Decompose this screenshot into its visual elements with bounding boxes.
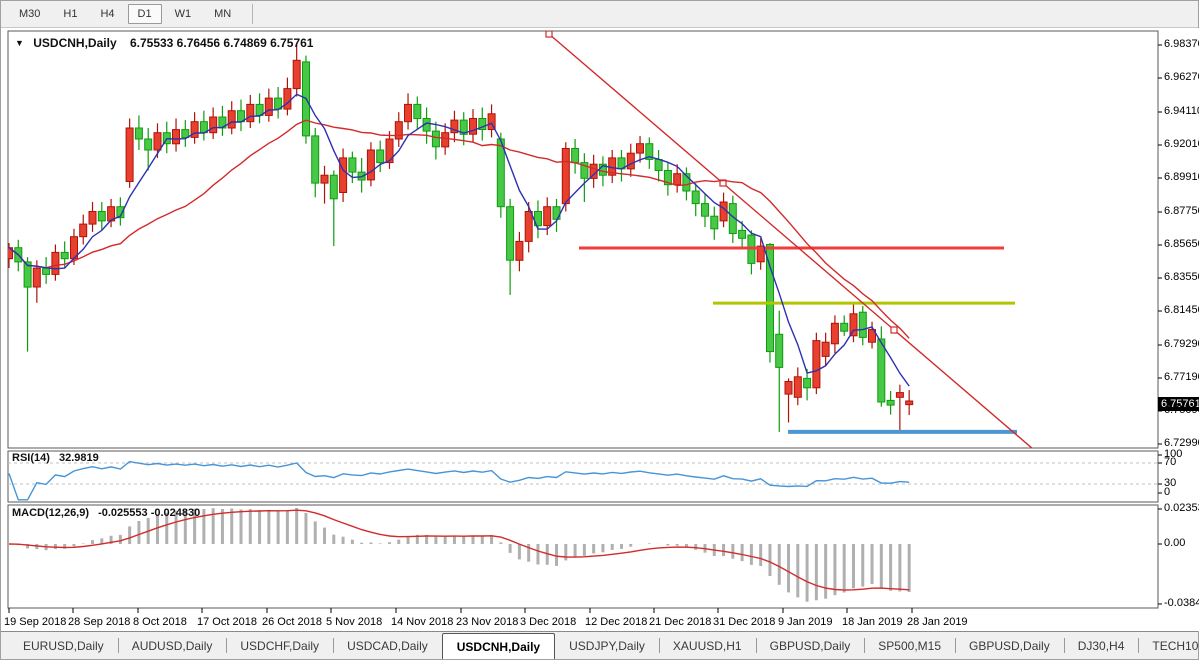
price-axis-label: 6.89910: [1164, 171, 1199, 183]
chart-tab-gbpusd-daily[interactable]: GBPUSD,Daily: [756, 632, 865, 659]
timeframe-button-h1[interactable]: H1: [53, 4, 87, 24]
date-axis-label: 21 Dec 2018: [649, 616, 711, 628]
timeframe-button-m30[interactable]: M30: [9, 4, 50, 24]
timeframe-button-h4[interactable]: H4: [90, 4, 124, 24]
price-axis-label: 6.85650: [1164, 238, 1199, 250]
date-axis-label: 8 Oct 2018: [133, 616, 187, 628]
chart-tab-audusd-daily[interactable]: AUDUSD,Daily: [118, 632, 227, 659]
date-axis-label: 9 Jan 2019: [778, 616, 832, 628]
price-axis-label: 6.87750: [1164, 205, 1199, 217]
toolbar-separator: [252, 4, 253, 24]
date-axis-label: 19 Sep 2018: [4, 616, 66, 628]
collapse-caret-icon[interactable]: ▼: [15, 38, 24, 48]
date-axis-label: 28 Jan 2019: [907, 616, 968, 628]
chart-tab-usdchf-daily[interactable]: USDCHF,Daily: [226, 632, 333, 659]
chart-tab-gbpusd-daily[interactable]: GBPUSD,Daily: [955, 632, 1064, 659]
timeframe-button-d1[interactable]: D1: [128, 4, 162, 24]
chart-tab-usdcnh-daily[interactable]: USDCNH,Daily: [442, 633, 555, 659]
candlestick-chart-canvas[interactable]: [1, 28, 1199, 632]
chart-title: ▼ USDCNH,Daily 6.75533 6.76456 6.74869 6…: [15, 36, 313, 50]
rsi-axis-label: 0: [1164, 486, 1170, 498]
price-axis-label: 6.77190: [1164, 371, 1199, 383]
chart-tabbar: EURUSD,DailyAUDUSD,DailyUSDCHF,DailyUSDC…: [1, 631, 1198, 659]
price-axis-label: 6.96270: [1164, 71, 1199, 83]
date-axis-label: 5 Nov 2018: [326, 616, 382, 628]
chart-tab-sp500-m15[interactable]: SP500,M15: [864, 632, 955, 659]
date-axis-label: 14 Nov 2018: [391, 616, 453, 628]
date-axis-label: 28 Sep 2018: [68, 616, 130, 628]
date-axis-label: 18 Jan 2019: [842, 616, 903, 628]
price-axis-label: 6.83550: [1164, 271, 1199, 283]
date-axis-label: 17 Oct 2018: [197, 616, 257, 628]
rsi-indicator-label: RSI(14) 32.9819: [12, 452, 99, 464]
ohlc-values: 6.75533 6.76456 6.74869 6.75761: [130, 36, 314, 50]
chart-tab-eurusd-daily[interactable]: EURUSD,Daily: [9, 632, 118, 659]
macd-axis-label: 0.023534: [1164, 502, 1199, 514]
rsi-name: RSI(14): [12, 452, 50, 464]
macd-values: -0.025553 -0.024830: [98, 507, 200, 519]
chart-tab-tech100-h1[interactable]: TECH100,H1: [1138, 632, 1199, 659]
price-axis-label: 6.94110: [1164, 105, 1199, 117]
timeframe-toolbar: M30H1H4D1W1MN: [1, 1, 1198, 28]
macd-axis-label: -0.038466: [1164, 597, 1199, 609]
timeframe-button-w1[interactable]: W1: [165, 4, 202, 24]
symbol-title: USDCNH,Daily: [33, 36, 116, 50]
macd-axis-label: 0.00: [1164, 537, 1185, 549]
macd-indicator-label: MACD(12,26,9) -0.025553 -0.024830: [12, 507, 200, 519]
price-axis-label: 6.75090: [1164, 404, 1199, 416]
price-axis-label: 6.98370: [1164, 38, 1199, 50]
chart-tab-usdjpy-daily[interactable]: USDJPY,Daily: [555, 632, 659, 659]
trading-app-window: M30H1H4D1W1MN ▼ USDCNH,Daily 6.75533 6.7…: [0, 0, 1199, 660]
date-axis-label: 26 Oct 2018: [262, 616, 322, 628]
price-axis-label: 6.92010: [1164, 138, 1199, 150]
price-axis-label: 6.81450: [1164, 304, 1199, 316]
chart-tab-usdcad-daily[interactable]: USDCAD,Daily: [333, 632, 442, 659]
price-axis-label: 6.79290: [1164, 338, 1199, 350]
date-axis-label: 31 Dec 2018: [713, 616, 775, 628]
chart-tab-xauusd-h1[interactable]: XAUUSD,H1: [659, 632, 756, 659]
date-axis-label: 12 Dec 2018: [585, 616, 647, 628]
chart-region[interactable]: ▼ USDCNH,Daily 6.75533 6.76456 6.74869 6…: [1, 28, 1199, 632]
timeframe-button-mn[interactable]: MN: [204, 4, 241, 24]
macd-name: MACD(12,26,9): [12, 507, 89, 519]
date-axis-label: 23 Nov 2018: [456, 616, 518, 628]
chart-tab-dj30-h4[interactable]: DJ30,H4: [1064, 632, 1139, 659]
date-axis-label: 3 Dec 2018: [520, 616, 576, 628]
rsi-value: 32.9819: [59, 452, 99, 464]
rsi-axis-label: 70: [1164, 456, 1176, 468]
